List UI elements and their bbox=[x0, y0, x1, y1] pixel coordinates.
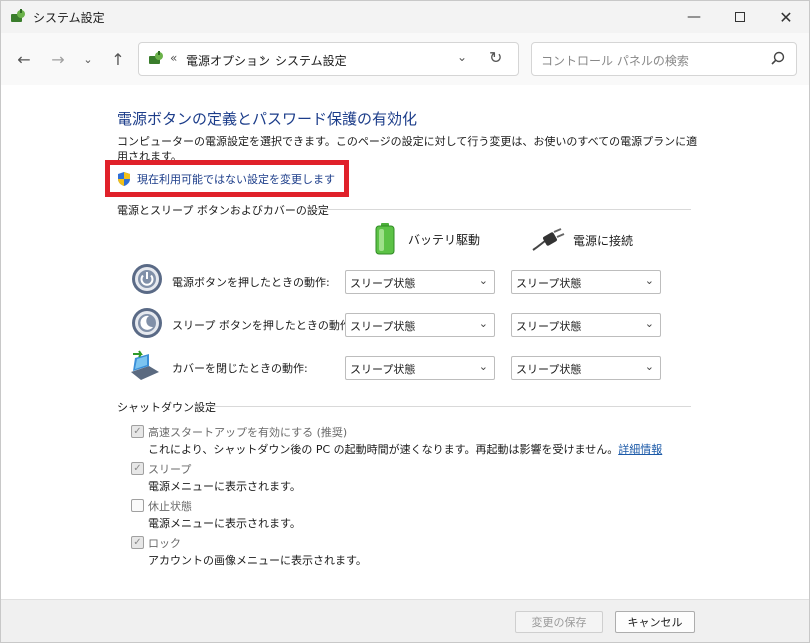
window: システム設定 — ✕ ← → ⌄ ↑ « 電源オプション › システム設定 ⌄ … bbox=[0, 0, 810, 643]
chevron-down-icon: ⌄ bbox=[83, 52, 93, 66]
sleep-checkbox[interactable]: ✓ bbox=[131, 462, 144, 475]
power-button-plugged-select[interactable]: スリープ状態 ⌄ bbox=[511, 270, 661, 294]
address-dropdown-icon[interactable]: ⌄ bbox=[457, 50, 467, 64]
chevron-down-icon: ⌄ bbox=[478, 360, 488, 373]
window-title: システム設定 bbox=[33, 11, 105, 25]
lock-label: ロック bbox=[148, 537, 181, 550]
lid-close-plugged-select[interactable]: スリープ状態 ⌄ bbox=[511, 356, 661, 380]
plugged-column-header: 電源に接続 bbox=[531, 228, 633, 252]
breadcrumb-system-settings[interactable]: システム設定 bbox=[275, 52, 347, 69]
lid-close-label: カバーを閉じたときの動作: bbox=[172, 362, 308, 375]
change-link-text[interactable]: 現在利用可能ではない設定を変更します bbox=[137, 171, 335, 187]
up-button[interactable]: ↑ bbox=[105, 47, 131, 71]
laptop-lid-icon bbox=[131, 350, 159, 380]
uac-shield-icon bbox=[118, 172, 130, 186]
chevron-down-icon: ⌄ bbox=[644, 317, 654, 330]
refresh-icon[interactable]: ↻ bbox=[489, 48, 502, 67]
chevron-down-icon: ⌄ bbox=[644, 360, 654, 373]
fast-startup-label: 高速スタートアップを有効にする (推奨) bbox=[148, 426, 348, 439]
arrow-right-icon: → bbox=[51, 49, 65, 69]
lock-checkbox[interactable]: ✓ bbox=[131, 536, 144, 549]
sleep-label: スリープ bbox=[148, 463, 192, 476]
battery-column-label: バッテリ駆動 bbox=[408, 232, 481, 247]
hibernate-description: 電源メニューに表示されます。 bbox=[148, 517, 301, 530]
power-options-icon bbox=[149, 51, 163, 64]
lid-close-battery-select[interactable]: スリープ状態 ⌄ bbox=[345, 356, 495, 380]
select-value: スリープ状態 bbox=[350, 320, 416, 333]
maximize-button[interactable] bbox=[717, 1, 763, 33]
section-divider bbox=[312, 209, 691, 210]
recent-locations-button[interactable]: ⌄ bbox=[75, 47, 101, 71]
hibernate-label: 休止状態 bbox=[148, 500, 192, 513]
address-bar[interactable]: « 電源オプション › システム設定 ⌄ ↻ bbox=[138, 42, 519, 76]
page-title: 電源ボタンの定義とパスワード保護の有効化 bbox=[117, 110, 418, 128]
navigation-bar: ← → ⌄ ↑ « 電源オプション › システム設定 ⌄ ↻ コントロール パネ… bbox=[1, 33, 809, 85]
change-unavailable-settings-link[interactable]: 現在利用可能ではない設定を変更します bbox=[116, 171, 335, 187]
power-options-icon bbox=[11, 9, 25, 22]
battery-column-header: バッテリ駆動 bbox=[374, 223, 480, 255]
minimize-icon: — bbox=[687, 9, 701, 25]
search-icon[interactable] bbox=[770, 50, 786, 66]
power-button-icon bbox=[132, 264, 162, 294]
cancel-button[interactable]: キャンセル bbox=[615, 611, 695, 633]
sleep-description: 電源メニューに表示されます。 bbox=[148, 480, 301, 493]
back-button[interactable]: ← bbox=[11, 47, 37, 71]
power-button-battery-select[interactable]: スリープ状態 ⌄ bbox=[345, 270, 495, 294]
chevron-down-icon: ⌄ bbox=[644, 274, 654, 287]
plugged-column-label: 電源に接続 bbox=[573, 233, 634, 248]
title-bar: システム設定 — ✕ bbox=[1, 1, 809, 33]
breadcrumb-power-options[interactable]: 電源オプション bbox=[186, 52, 270, 69]
battery-icon bbox=[375, 223, 395, 255]
select-value: スリープ状態 bbox=[516, 363, 582, 376]
maximize-icon bbox=[735, 12, 745, 22]
sleep-button-battery-select[interactable]: スリープ状態 ⌄ bbox=[345, 313, 495, 337]
save-changes-button[interactable]: 変更の保存 bbox=[515, 611, 603, 633]
arrow-up-icon: ↑ bbox=[111, 49, 125, 69]
fast-startup-description: これにより、シャットダウン後の PC の起動時間が速くなります。再起動は影響を受… bbox=[148, 441, 662, 457]
more-info-link[interactable]: 詳細情報 bbox=[618, 443, 662, 456]
forward-button[interactable]: → bbox=[45, 47, 71, 71]
fast-startup-description-text: これにより、シャットダウン後の PC の起動時間が速くなります。再起動は影響を受… bbox=[148, 443, 619, 456]
select-value: スリープ状態 bbox=[516, 320, 582, 333]
search-box[interactable]: コントロール パネルの検索 bbox=[531, 42, 797, 76]
breadcrumb-separator-icon: › bbox=[261, 51, 266, 65]
power-plug-icon bbox=[532, 228, 565, 251]
close-button[interactable]: ✕ bbox=[763, 1, 809, 33]
minimize-button[interactable]: — bbox=[671, 1, 717, 33]
fast-startup-checkbox[interactable]: ✓ bbox=[131, 425, 144, 438]
select-value: スリープ状態 bbox=[350, 277, 416, 290]
sleep-button-plugged-select[interactable]: スリープ状態 ⌄ bbox=[511, 313, 661, 337]
section-divider bbox=[209, 406, 691, 407]
hibernate-checkbox[interactable] bbox=[131, 499, 144, 512]
chevron-down-icon: ⌄ bbox=[478, 317, 488, 330]
arrow-left-icon: ← bbox=[17, 49, 31, 69]
power-section-title: 電源とスリープ ボタンおよびカバーの設定 bbox=[117, 204, 329, 217]
search-input[interactable]: コントロール パネルの検索 bbox=[541, 52, 689, 69]
shutdown-section-title: シャットダウン設定 bbox=[117, 401, 216, 414]
breadcrumb-overflow[interactable]: « bbox=[170, 51, 177, 65]
select-value: スリープ状態 bbox=[516, 277, 582, 290]
close-icon: ✕ bbox=[779, 7, 793, 27]
select-value: スリープ状態 bbox=[350, 363, 416, 376]
main-content: 電源ボタンの定義とパスワード保護の有効化 コンピューターの電源設定を選択できます… bbox=[1, 85, 809, 599]
chevron-down-icon: ⌄ bbox=[478, 274, 488, 287]
power-button-label: 電源ボタンを押したときの動作: bbox=[172, 276, 330, 289]
footer: 変更の保存 キャンセル bbox=[1, 599, 809, 642]
lock-description: アカウントの画像メニューに表示されます。 bbox=[148, 554, 367, 567]
sleep-button-icon bbox=[132, 308, 162, 338]
sleep-button-label: スリープ ボタンを押したときの動作: bbox=[172, 319, 355, 332]
